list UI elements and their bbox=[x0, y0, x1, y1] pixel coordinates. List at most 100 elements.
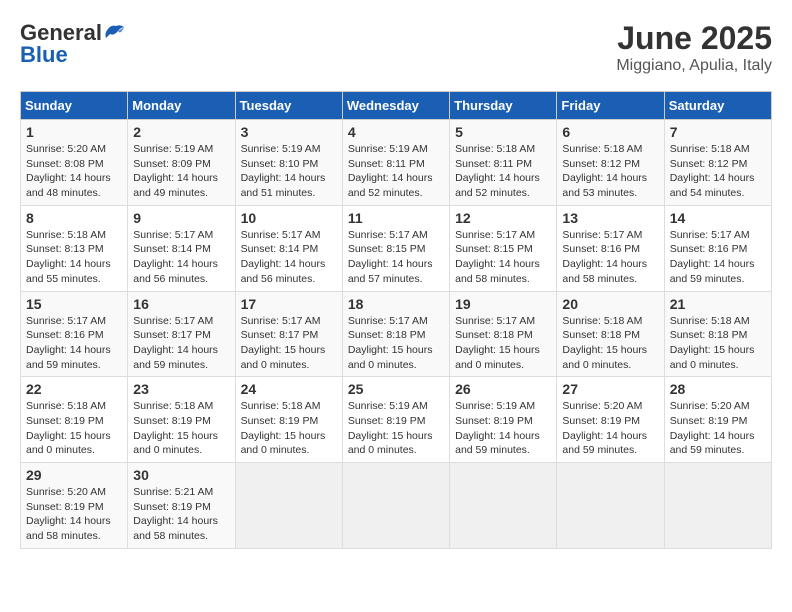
location-subtitle: Miggiano, Apulia, Italy bbox=[616, 57, 772, 75]
weekday-header-thursday: Thursday bbox=[450, 92, 557, 120]
day-number: 27 bbox=[562, 381, 658, 397]
day-info: Sunrise: 5:17 AM Sunset: 8:14 PM Dayligh… bbox=[133, 228, 229, 287]
day-info: Sunrise: 5:18 AM Sunset: 8:19 PM Dayligh… bbox=[26, 399, 122, 458]
day-info: Sunrise: 5:17 AM Sunset: 8:15 PM Dayligh… bbox=[455, 228, 551, 287]
calendar-cell bbox=[450, 463, 557, 549]
calendar-table: SundayMondayTuesdayWednesdayThursdayFrid… bbox=[20, 91, 772, 549]
day-number: 2 bbox=[133, 124, 229, 140]
day-number: 8 bbox=[26, 210, 122, 226]
day-number: 10 bbox=[241, 210, 337, 226]
day-number: 18 bbox=[348, 296, 444, 312]
calendar-cell: 12 Sunrise: 5:17 AM Sunset: 8:15 PM Dayl… bbox=[450, 205, 557, 291]
calendar-cell bbox=[664, 463, 771, 549]
calendar-cell: 24 Sunrise: 5:18 AM Sunset: 8:19 PM Dayl… bbox=[235, 377, 342, 463]
day-number: 21 bbox=[670, 296, 766, 312]
month-title: June 2025 bbox=[616, 20, 772, 57]
day-info: Sunrise: 5:17 AM Sunset: 8:14 PM Dayligh… bbox=[241, 228, 337, 287]
day-info: Sunrise: 5:18 AM Sunset: 8:12 PM Dayligh… bbox=[562, 142, 658, 201]
calendar-week-1: 1 Sunrise: 5:20 AM Sunset: 8:08 PM Dayli… bbox=[21, 120, 772, 206]
weekday-header-wednesday: Wednesday bbox=[342, 92, 449, 120]
day-number: 25 bbox=[348, 381, 444, 397]
day-info: Sunrise: 5:19 AM Sunset: 8:09 PM Dayligh… bbox=[133, 142, 229, 201]
calendar-header-row: SundayMondayTuesdayWednesdayThursdayFrid… bbox=[21, 92, 772, 120]
day-number: 20 bbox=[562, 296, 658, 312]
calendar-week-3: 15 Sunrise: 5:17 AM Sunset: 8:16 PM Dayl… bbox=[21, 291, 772, 377]
calendar-week-4: 22 Sunrise: 5:18 AM Sunset: 8:19 PM Dayl… bbox=[21, 377, 772, 463]
day-number: 19 bbox=[455, 296, 551, 312]
day-number: 16 bbox=[133, 296, 229, 312]
day-info: Sunrise: 5:18 AM Sunset: 8:19 PM Dayligh… bbox=[241, 399, 337, 458]
calendar-cell: 19 Sunrise: 5:17 AM Sunset: 8:18 PM Dayl… bbox=[450, 291, 557, 377]
calendar-cell: 22 Sunrise: 5:18 AM Sunset: 8:19 PM Dayl… bbox=[21, 377, 128, 463]
day-info: Sunrise: 5:19 AM Sunset: 8:10 PM Dayligh… bbox=[241, 142, 337, 201]
day-info: Sunrise: 5:18 AM Sunset: 8:19 PM Dayligh… bbox=[133, 399, 229, 458]
day-number: 24 bbox=[241, 381, 337, 397]
day-info: Sunrise: 5:17 AM Sunset: 8:16 PM Dayligh… bbox=[670, 228, 766, 287]
day-number: 6 bbox=[562, 124, 658, 140]
calendar-cell: 3 Sunrise: 5:19 AM Sunset: 8:10 PM Dayli… bbox=[235, 120, 342, 206]
calendar-cell bbox=[342, 463, 449, 549]
day-number: 5 bbox=[455, 124, 551, 140]
day-info: Sunrise: 5:19 AM Sunset: 8:11 PM Dayligh… bbox=[348, 142, 444, 201]
day-info: Sunrise: 5:17 AM Sunset: 8:17 PM Dayligh… bbox=[241, 314, 337, 373]
day-info: Sunrise: 5:19 AM Sunset: 8:19 PM Dayligh… bbox=[348, 399, 444, 458]
calendar-cell: 9 Sunrise: 5:17 AM Sunset: 8:14 PM Dayli… bbox=[128, 205, 235, 291]
title-block: June 2025 Miggiano, Apulia, Italy bbox=[616, 20, 772, 75]
calendar-cell: 7 Sunrise: 5:18 AM Sunset: 8:12 PM Dayli… bbox=[664, 120, 771, 206]
calendar-cell: 26 Sunrise: 5:19 AM Sunset: 8:19 PM Dayl… bbox=[450, 377, 557, 463]
calendar-cell: 21 Sunrise: 5:18 AM Sunset: 8:18 PM Dayl… bbox=[664, 291, 771, 377]
day-info: Sunrise: 5:18 AM Sunset: 8:13 PM Dayligh… bbox=[26, 228, 122, 287]
day-number: 1 bbox=[26, 124, 122, 140]
day-info: Sunrise: 5:18 AM Sunset: 8:11 PM Dayligh… bbox=[455, 142, 551, 201]
day-info: Sunrise: 5:18 AM Sunset: 8:18 PM Dayligh… bbox=[562, 314, 658, 373]
calendar-cell: 6 Sunrise: 5:18 AM Sunset: 8:12 PM Dayli… bbox=[557, 120, 664, 206]
calendar-cell: 20 Sunrise: 5:18 AM Sunset: 8:18 PM Dayl… bbox=[557, 291, 664, 377]
weekday-header-saturday: Saturday bbox=[664, 92, 771, 120]
day-info: Sunrise: 5:17 AM Sunset: 8:18 PM Dayligh… bbox=[348, 314, 444, 373]
day-number: 23 bbox=[133, 381, 229, 397]
calendar-cell: 10 Sunrise: 5:17 AM Sunset: 8:14 PM Dayl… bbox=[235, 205, 342, 291]
weekday-header-tuesday: Tuesday bbox=[235, 92, 342, 120]
day-number: 17 bbox=[241, 296, 337, 312]
day-info: Sunrise: 5:18 AM Sunset: 8:18 PM Dayligh… bbox=[670, 314, 766, 373]
weekday-header-sunday: Sunday bbox=[21, 92, 128, 120]
day-number: 3 bbox=[241, 124, 337, 140]
calendar-cell: 2 Sunrise: 5:19 AM Sunset: 8:09 PM Dayli… bbox=[128, 120, 235, 206]
calendar-cell: 1 Sunrise: 5:20 AM Sunset: 8:08 PM Dayli… bbox=[21, 120, 128, 206]
calendar-cell: 4 Sunrise: 5:19 AM Sunset: 8:11 PM Dayli… bbox=[342, 120, 449, 206]
calendar-cell: 16 Sunrise: 5:17 AM Sunset: 8:17 PM Dayl… bbox=[128, 291, 235, 377]
logo: General Blue bbox=[20, 20, 126, 68]
day-number: 12 bbox=[455, 210, 551, 226]
weekday-header-monday: Monday bbox=[128, 92, 235, 120]
day-info: Sunrise: 5:18 AM Sunset: 8:12 PM Dayligh… bbox=[670, 142, 766, 201]
day-info: Sunrise: 5:21 AM Sunset: 8:19 PM Dayligh… bbox=[133, 485, 229, 544]
day-info: Sunrise: 5:17 AM Sunset: 8:15 PM Dayligh… bbox=[348, 228, 444, 287]
calendar-cell bbox=[557, 463, 664, 549]
calendar-cell: 29 Sunrise: 5:20 AM Sunset: 8:19 PM Dayl… bbox=[21, 463, 128, 549]
day-info: Sunrise: 5:17 AM Sunset: 8:16 PM Dayligh… bbox=[562, 228, 658, 287]
day-info: Sunrise: 5:20 AM Sunset: 8:19 PM Dayligh… bbox=[670, 399, 766, 458]
logo-bird-icon bbox=[104, 22, 126, 40]
calendar-cell: 14 Sunrise: 5:17 AM Sunset: 8:16 PM Dayl… bbox=[664, 205, 771, 291]
page-header: General Blue June 2025 Miggiano, Apulia,… bbox=[20, 20, 772, 75]
calendar-cell: 25 Sunrise: 5:19 AM Sunset: 8:19 PM Dayl… bbox=[342, 377, 449, 463]
day-number: 9 bbox=[133, 210, 229, 226]
day-number: 28 bbox=[670, 381, 766, 397]
calendar-cell: 28 Sunrise: 5:20 AM Sunset: 8:19 PM Dayl… bbox=[664, 377, 771, 463]
day-number: 7 bbox=[670, 124, 766, 140]
day-number: 26 bbox=[455, 381, 551, 397]
weekday-header-friday: Friday bbox=[557, 92, 664, 120]
calendar-cell: 15 Sunrise: 5:17 AM Sunset: 8:16 PM Dayl… bbox=[21, 291, 128, 377]
day-number: 4 bbox=[348, 124, 444, 140]
day-info: Sunrise: 5:20 AM Sunset: 8:08 PM Dayligh… bbox=[26, 142, 122, 201]
day-info: Sunrise: 5:17 AM Sunset: 8:18 PM Dayligh… bbox=[455, 314, 551, 373]
day-number: 13 bbox=[562, 210, 658, 226]
calendar-cell: 23 Sunrise: 5:18 AM Sunset: 8:19 PM Dayl… bbox=[128, 377, 235, 463]
calendar-week-2: 8 Sunrise: 5:18 AM Sunset: 8:13 PM Dayli… bbox=[21, 205, 772, 291]
calendar-cell: 27 Sunrise: 5:20 AM Sunset: 8:19 PM Dayl… bbox=[557, 377, 664, 463]
calendar-cell bbox=[235, 463, 342, 549]
calendar-cell: 11 Sunrise: 5:17 AM Sunset: 8:15 PM Dayl… bbox=[342, 205, 449, 291]
day-info: Sunrise: 5:17 AM Sunset: 8:17 PM Dayligh… bbox=[133, 314, 229, 373]
day-info: Sunrise: 5:20 AM Sunset: 8:19 PM Dayligh… bbox=[26, 485, 122, 544]
calendar-cell: 13 Sunrise: 5:17 AM Sunset: 8:16 PM Dayl… bbox=[557, 205, 664, 291]
